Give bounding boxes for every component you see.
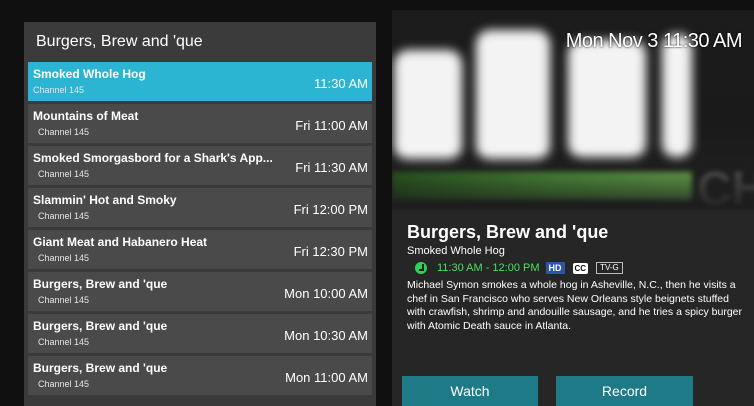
episode-row-channel: Channel 145 xyxy=(38,211,90,221)
episode-title: Smoked Whole Hog xyxy=(407,245,505,257)
episode-row-time: Mon 10:30 AM xyxy=(284,328,368,343)
watch-button[interactable]: Watch xyxy=(402,376,538,406)
episode-row-channel: Channel 145 xyxy=(38,127,90,137)
episode-row[interactable]: Giant Meat and Habanero Heat Channel 145 F… xyxy=(28,230,372,269)
episode-row-time: Fri 11:00 AM xyxy=(295,118,368,133)
episode-list: Smoked Whole Hog Channel 145 11:30 AM Mount… xyxy=(28,62,372,398)
episode-row-title: Smoked Smorgasbord for a Shark's App... xyxy=(33,151,273,165)
episode-row-channel: Channel 145 xyxy=(38,379,90,389)
episode-row[interactable]: Smoked Smorgasbord for a Shark's App... C… xyxy=(28,146,372,185)
episode-row-time: Mon 11:00 AM xyxy=(285,370,368,385)
episode-panel: Burgers, Brew and 'que Smoked Whole Hog C… xyxy=(24,22,376,406)
panel-title-text: Burgers, Brew and 'que xyxy=(36,33,203,50)
episode-row-channel: Channel 145 xyxy=(38,295,90,305)
hd-badge: HD xyxy=(545,262,565,274)
clock: Mon Nov 3 11:30 AM xyxy=(565,30,743,52)
episode-row[interactable]: Burgers, Brew and 'que Channel 145 Mon 11:… xyxy=(28,356,372,395)
cc-badge: CC xyxy=(572,262,589,274)
episode-row[interactable]: Burgers, Brew and 'que Channel 145 Mon 10:… xyxy=(28,314,372,353)
episode-row-title: Giant Meat and Habanero Heat xyxy=(33,235,208,249)
episode-row-title: Slammin' Hot and Smoky xyxy=(33,193,177,207)
episode-row-time: Fri 12:30 PM xyxy=(293,244,368,259)
episode-row[interactable]: Slammin' Hot and Smoky Channel 145 Fri 12:… xyxy=(28,188,372,227)
episode-row[interactable]: Burgers, Brew and 'que Channel 145 Mon 10:… xyxy=(28,272,372,311)
episode-row-time: Fri 11:30 AM xyxy=(295,160,368,175)
episode-row-time: Mon 10:00 AM xyxy=(284,286,368,301)
episode-row-title: Mountains of Meat xyxy=(33,109,139,123)
episode-row-title: Burgers, Brew and 'que xyxy=(33,277,168,291)
panel-title: Burgers, Brew and 'que xyxy=(24,22,376,62)
episode-row-title: Smoked Whole Hog xyxy=(33,67,146,81)
rating-badge: TV-G xyxy=(596,262,623,274)
episode-row-time: Fri 12:00 PM xyxy=(293,202,368,217)
program-description: Michael Symon smokes a whole hog in Ashe… xyxy=(407,279,743,332)
airtime: 11:30 AM - 12:00 PM xyxy=(437,262,540,274)
episode-row-title: Burgers, Brew and 'que xyxy=(33,319,168,333)
episode-row-channel: Channel 145 xyxy=(38,253,90,263)
reminder-icon xyxy=(415,262,427,274)
episode-row-time: 11:30 AM xyxy=(314,76,368,91)
episode-row-channel: Channel 145 xyxy=(33,85,85,95)
program-details: Burgers, Brew and 'que Smoked Whole Hog … xyxy=(407,222,747,333)
episode-row-channel: Channel 145 xyxy=(38,169,90,179)
episode-row-channel: Channel 145 xyxy=(38,337,90,347)
show-title: Burgers, Brew and 'que xyxy=(407,222,609,242)
episode-row-title: Burgers, Brew and 'que xyxy=(33,361,168,375)
episode-row[interactable]: Smoked Whole Hog Channel 145 11:30 AM xyxy=(28,62,372,101)
episode-row[interactable]: Mountains of Meat Channel 145 Fri 11:00 AM xyxy=(28,104,372,143)
program-meta: 11:30 AM - 12:00 PM HD CC TV-G xyxy=(407,261,747,275)
record-button[interactable]: Record xyxy=(556,376,693,406)
